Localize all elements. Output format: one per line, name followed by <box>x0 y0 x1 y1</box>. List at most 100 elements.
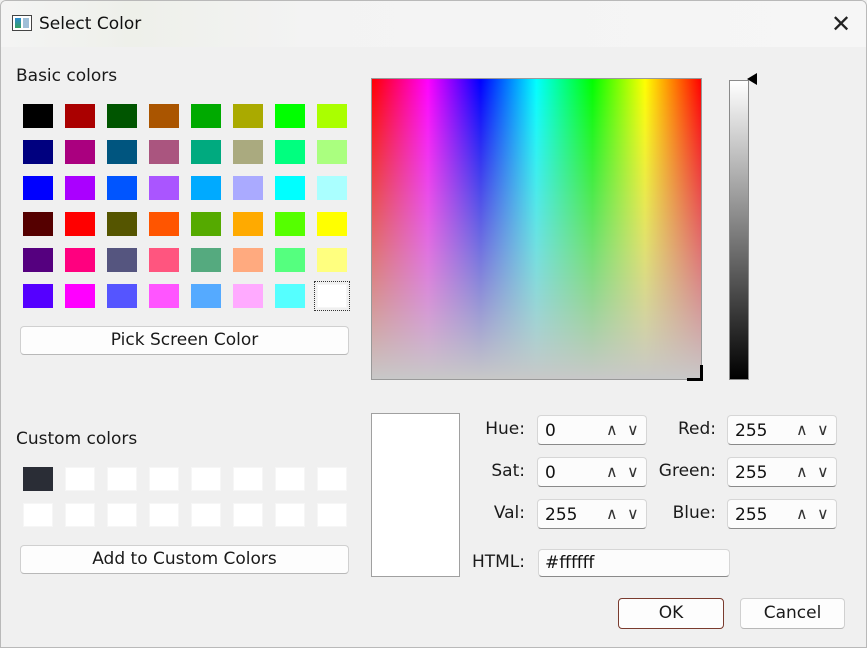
green-up-icon[interactable]: ∧ <box>796 462 808 481</box>
val-value: 255 <box>545 505 578 525</box>
basic-color-swatch[interactable] <box>149 176 179 200</box>
basic-color-swatch[interactable] <box>233 248 263 272</box>
red-up-icon[interactable]: ∧ <box>796 420 808 439</box>
blue-spinbox[interactable]: 255 ∧ ∨ <box>727 499 837 529</box>
red-spinbox[interactable]: 255 ∧ ∨ <box>727 415 837 445</box>
pick-screen-color-button[interactable]: Pick Screen Color <box>20 326 349 355</box>
hue-down-icon[interactable]: ∨ <box>627 420 639 439</box>
basic-color-swatch[interactable] <box>65 104 95 128</box>
basic-color-swatch[interactable] <box>317 248 347 272</box>
basic-color-swatch[interactable] <box>275 176 305 200</box>
basic-color-swatch[interactable] <box>23 140 53 164</box>
sat-up-icon[interactable]: ∧ <box>606 462 618 481</box>
custom-color-swatch[interactable] <box>317 503 347 527</box>
basic-color-swatch[interactable] <box>233 104 263 128</box>
app-icon <box>12 15 32 31</box>
basic-color-swatch[interactable] <box>191 104 221 128</box>
hue-up-icon[interactable]: ∧ <box>606 420 618 439</box>
green-spinbox[interactable]: 255 ∧ ∨ <box>727 457 837 487</box>
custom-color-swatch[interactable] <box>191 467 221 491</box>
basic-color-swatch[interactable] <box>149 212 179 236</box>
basic-color-swatch[interactable] <box>65 284 95 308</box>
val-spinbox[interactable]: 255 ∧ ∨ <box>537 499 647 529</box>
basic-color-swatch[interactable] <box>23 248 53 272</box>
basic-color-swatch[interactable] <box>65 248 95 272</box>
green-label: Green: <box>658 461 716 481</box>
blue-label: Blue: <box>672 503 716 523</box>
basic-color-swatch[interactable] <box>23 104 53 128</box>
basic-color-swatch[interactable] <box>149 248 179 272</box>
basic-color-swatch[interactable] <box>149 104 179 128</box>
basic-color-swatch[interactable] <box>107 176 137 200</box>
basic-color-swatch[interactable] <box>149 140 179 164</box>
val-down-icon[interactable]: ∨ <box>627 504 639 523</box>
basic-color-swatch[interactable] <box>317 140 347 164</box>
spectrum-crosshair[interactable] <box>687 365 703 381</box>
ok-button[interactable]: OK <box>618 598 724 629</box>
close-button[interactable]: ✕ <box>821 9 861 41</box>
basic-color-swatch[interactable] <box>23 284 53 308</box>
custom-color-swatch[interactable] <box>233 467 263 491</box>
sat-down-icon[interactable]: ∨ <box>627 462 639 481</box>
basic-color-swatch[interactable] <box>233 284 263 308</box>
basic-color-swatch[interactable] <box>314 281 350 311</box>
basic-color-swatch[interactable] <box>191 212 221 236</box>
basic-color-swatch[interactable] <box>107 248 137 272</box>
custom-color-swatch[interactable] <box>275 467 305 491</box>
hue-spinbox[interactable]: 0 ∧ ∨ <box>537 415 647 445</box>
basic-color-swatch[interactable] <box>65 140 95 164</box>
basic-color-swatch[interactable] <box>275 248 305 272</box>
basic-color-swatch[interactable] <box>149 284 179 308</box>
dialog-title: Select Color <box>39 14 142 34</box>
basic-color-swatch[interactable] <box>275 140 305 164</box>
basic-color-swatch[interactable] <box>275 284 305 308</box>
luminance-arrow-icon[interactable] <box>747 73 757 85</box>
basic-color-swatch[interactable] <box>107 284 137 308</box>
basic-color-swatch[interactable] <box>107 104 137 128</box>
blue-down-icon[interactable]: ∨ <box>817 504 829 523</box>
basic-color-swatch[interactable] <box>233 212 263 236</box>
basic-color-swatch[interactable] <box>317 104 347 128</box>
basic-color-swatch[interactable] <box>107 140 137 164</box>
custom-color-swatch[interactable] <box>191 503 221 527</box>
basic-color-swatch[interactable] <box>317 212 347 236</box>
sat-value: 0 <box>545 463 556 483</box>
basic-color-swatch[interactable] <box>317 176 347 200</box>
custom-color-swatch[interactable] <box>23 503 53 527</box>
html-hex-input[interactable]: #ffffff <box>538 549 730 577</box>
basic-color-swatch[interactable] <box>191 248 221 272</box>
basic-color-swatch[interactable] <box>65 176 95 200</box>
custom-color-swatch[interactable] <box>107 503 137 527</box>
custom-color-swatch[interactable] <box>23 467 53 491</box>
basic-color-swatch[interactable] <box>191 176 221 200</box>
cancel-button[interactable]: Cancel <box>740 598 845 629</box>
basic-color-swatch[interactable] <box>65 212 95 236</box>
add-to-custom-colors-button[interactable]: Add to Custom Colors <box>20 545 349 574</box>
custom-color-swatch[interactable] <box>149 503 179 527</box>
custom-color-swatch[interactable] <box>65 503 95 527</box>
basic-color-swatch[interactable] <box>233 140 263 164</box>
green-down-icon[interactable]: ∨ <box>817 462 829 481</box>
luminance-slider[interactable] <box>729 80 749 380</box>
custom-colors-label: Custom colors <box>16 429 138 449</box>
basic-color-swatch[interactable] <box>107 212 137 236</box>
sat-spinbox[interactable]: 0 ∧ ∨ <box>537 457 647 487</box>
blue-up-icon[interactable]: ∧ <box>796 504 808 523</box>
custom-color-swatch[interactable] <box>275 503 305 527</box>
basic-color-swatch[interactable] <box>23 212 53 236</box>
custom-color-swatch[interactable] <box>149 467 179 491</box>
basic-color-swatch[interactable] <box>275 104 305 128</box>
basic-color-swatch[interactable] <box>191 284 221 308</box>
basic-color-swatch[interactable] <box>23 176 53 200</box>
red-down-icon[interactable]: ∨ <box>817 420 829 439</box>
custom-color-swatch[interactable] <box>65 467 95 491</box>
val-up-icon[interactable]: ∧ <box>606 504 618 523</box>
blue-value: 255 <box>735 505 768 525</box>
custom-color-swatch[interactable] <box>317 467 347 491</box>
basic-color-swatch[interactable] <box>233 176 263 200</box>
custom-color-swatch[interactable] <box>107 467 137 491</box>
basic-color-swatch[interactable] <box>275 212 305 236</box>
custom-color-swatch[interactable] <box>233 503 263 527</box>
basic-color-swatch[interactable] <box>191 140 221 164</box>
color-spectrum[interactable] <box>371 78 702 380</box>
